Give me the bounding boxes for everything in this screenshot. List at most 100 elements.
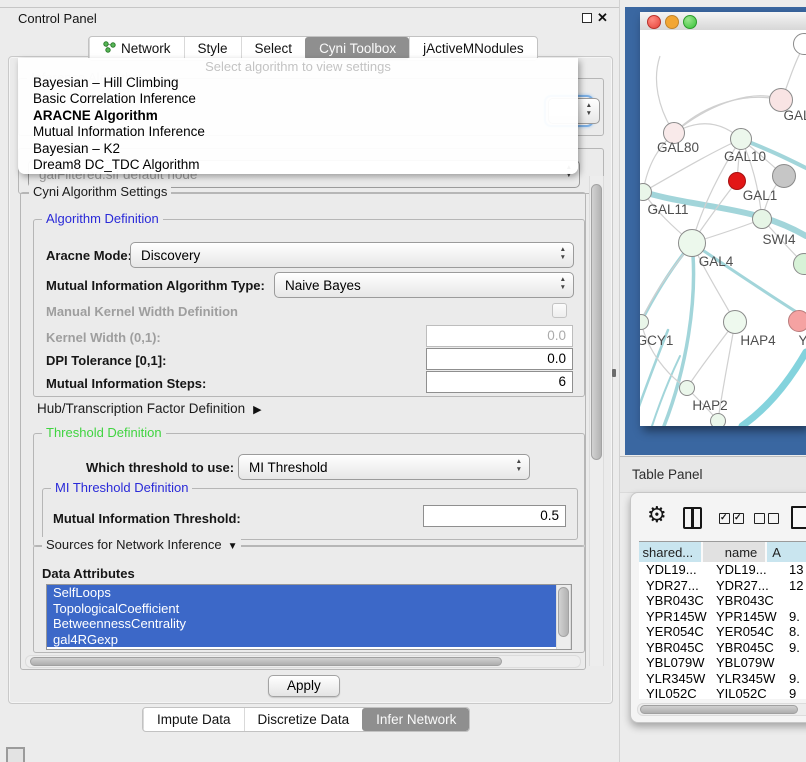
tab-label: Discretize Data	[258, 712, 350, 727]
settings-horizontal-scrollbar[interactable]	[25, 655, 581, 668]
network-window-titlebar[interactable]	[640, 12, 806, 31]
close-traffic-light-icon[interactable]	[647, 15, 661, 29]
network-canvas[interactable]: GALGAL80GAL10GAL1GAL11SWI4GAL4GCY1HAP4YH…	[640, 30, 806, 426]
table-horizontal-scrollbar[interactable]	[637, 703, 806, 716]
cell-value: 9.	[785, 671, 806, 687]
column-header[interactable]: A	[767, 542, 806, 563]
attribute-list-item[interactable]: gal4RGexp	[47, 632, 564, 648]
algorithm-list-item[interactable]: Bayesian – Hill Climbing	[18, 75, 578, 91]
table-row[interactable]: YER054C YER054C 8.	[639, 624, 806, 640]
cell-shared-name: YBR043C	[639, 593, 712, 609]
control-panel-tab[interactable]: Network	[89, 37, 184, 60]
network-node[interactable]	[710, 413, 726, 426]
cell-value	[785, 655, 806, 671]
network-node[interactable]	[788, 310, 806, 332]
mi-type-label: Mutual Information Algorithm Type:	[46, 278, 265, 293]
attribute-label: SelfLoops	[53, 585, 111, 600]
expand-down-icon	[228, 541, 238, 552]
sources-group-title[interactable]: Sources for Network Inference	[42, 537, 241, 552]
attribute-list-item[interactable]: BetweennessCentrality	[47, 616, 564, 632]
table-row[interactable]: YBR045C YBR045C 9.	[639, 640, 806, 656]
table-row[interactable]: YBL079W YBL079W	[639, 655, 806, 671]
mi-threshold-group: MI Threshold Definition Mutual Informati…	[42, 488, 578, 540]
cell-shared-name: YPR145W	[639, 609, 712, 625]
algorithm-list-item[interactable]: Bayesian – K2	[18, 141, 578, 157]
cell-shared-name: YDL19...	[639, 562, 712, 578]
manual-kernel-checkbox[interactable]	[552, 303, 567, 318]
aracne-mode-combobox[interactable]: Discovery ▲▼	[130, 242, 574, 268]
attribute-label: TopologicalCoefficient	[53, 601, 179, 616]
algorithm-dropdown-popup: Select algorithm to view settings Bayesi…	[18, 58, 578, 174]
settings-vertical-scrollbar[interactable]	[589, 176, 604, 666]
algorithm-list-item[interactable]: ARACNE Algorithm	[18, 108, 578, 124]
threshold-definition-group: Threshold Definition Which threshold to …	[33, 433, 585, 547]
network-node[interactable]	[678, 229, 706, 257]
minimize-traffic-light-icon[interactable]	[665, 15, 679, 29]
attribute-list-item[interactable]: TopologicalCoefficient	[47, 601, 564, 617]
mi-threshold-field[interactable]: 0.5	[423, 505, 566, 527]
column-header[interactable]: shared...	[639, 542, 703, 563]
cell-name: YDL19...	[712, 562, 785, 578]
network-node[interactable]	[679, 380, 695, 396]
aracne-mode-label: Aracne Mode:	[46, 248, 132, 263]
table-panel-bar: Table Panel	[620, 456, 806, 493]
apply-button[interactable]: Apply	[268, 675, 340, 697]
select-all-icon[interactable]	[719, 512, 747, 527]
cell-name: YER054C	[712, 624, 785, 640]
cell-value: 9	[785, 686, 806, 699]
network-node-label: GAL	[737, 108, 806, 123]
tab-label: Select	[255, 41, 293, 56]
tab-label: Cyni Toolbox	[319, 41, 396, 56]
cell-value: 9.	[785, 640, 806, 656]
table-row[interactable]: YDL19... YDL19... 13	[639, 562, 806, 578]
table-row[interactable]: YIL052C YIL052C 9	[639, 686, 806, 699]
dpi-tolerance-field[interactable]: 0.0	[426, 348, 573, 370]
which-threshold-value: MI Threshold	[249, 460, 328, 475]
control-panel-tab[interactable]: jActiveMNodules	[409, 37, 537, 60]
dpi-tolerance-label: DPI Tolerance [0,1]:	[46, 353, 166, 368]
float-window-icon[interactable]	[582, 13, 592, 23]
attribute-list-scrollbar[interactable]	[556, 585, 571, 649]
network-node[interactable]	[723, 310, 747, 334]
mi-type-combobox[interactable]: Naive Bayes ▲▼	[274, 272, 574, 298]
control-panel-tab[interactable]: Select	[241, 37, 306, 60]
panel-divider[interactable]	[619, 0, 620, 762]
table-row[interactable]: YBR043C YBR043C	[639, 593, 806, 609]
network-node-label: GAL11	[640, 202, 728, 217]
zoom-traffic-light-icon[interactable]	[683, 15, 697, 29]
bottom-tab[interactable]: Impute Data	[143, 708, 244, 731]
algorithm-list-item[interactable]: Dream8 DC_TDC Algorithm	[18, 157, 578, 173]
table-row[interactable]: YDR27... YDR27... 12	[639, 578, 806, 594]
deselect-all-icon[interactable]	[754, 512, 782, 527]
bottom-tab[interactable]: Discretize Data	[244, 708, 363, 731]
network-node[interactable]	[772, 164, 796, 188]
mi-steps-field[interactable]: 6	[426, 371, 573, 393]
docked-window-icon[interactable]	[6, 747, 25, 762]
which-threshold-combobox[interactable]: MI Threshold ▲▼	[238, 454, 530, 480]
control-panel-title: Control Panel	[18, 11, 97, 26]
expand-right-icon	[253, 403, 261, 416]
algorithm-list-item[interactable]: Mutual Information Inference	[18, 124, 578, 140]
table-row[interactable]: YLR345W YLR345W 9.	[639, 671, 806, 687]
attribute-list-item[interactable]: SelfLoops	[47, 585, 564, 601]
close-icon[interactable]	[597, 10, 608, 26]
cell-name: YLR345W	[712, 671, 785, 687]
control-panel-tab[interactable]: Cyni Toolbox	[305, 37, 409, 60]
export-table-icon[interactable]	[791, 506, 806, 529]
algorithm-list-item[interactable]: Basic Correlation Inference	[18, 91, 578, 107]
panel-divider-grip[interactable]	[612, 369, 616, 377]
kernel-width-field[interactable]: 0.0	[426, 325, 573, 347]
hub-definition-expander[interactable]: Hub/Transcription Factor Definition	[37, 401, 262, 416]
network-node-label: GAL1	[700, 188, 806, 203]
column-header-label: shared...	[643, 545, 694, 560]
column-header-label: A	[772, 545, 781, 560]
bottom-tab[interactable]: Infer Network	[362, 708, 469, 731]
algorithm-definition-group: Algorithm Definition Aracne Mode: Discov…	[33, 219, 585, 397]
control-panel-tab[interactable]: Style	[184, 37, 241, 60]
split-columns-icon[interactable]	[683, 507, 702, 529]
table-row[interactable]: YPR145W YPR145W 9.	[639, 609, 806, 625]
dropdown-placeholder: Select algorithm to view settings	[18, 58, 578, 75]
column-header[interactable]: name	[703, 542, 767, 563]
network-node[interactable]	[752, 209, 772, 229]
gear-icon[interactable]	[647, 504, 667, 526]
